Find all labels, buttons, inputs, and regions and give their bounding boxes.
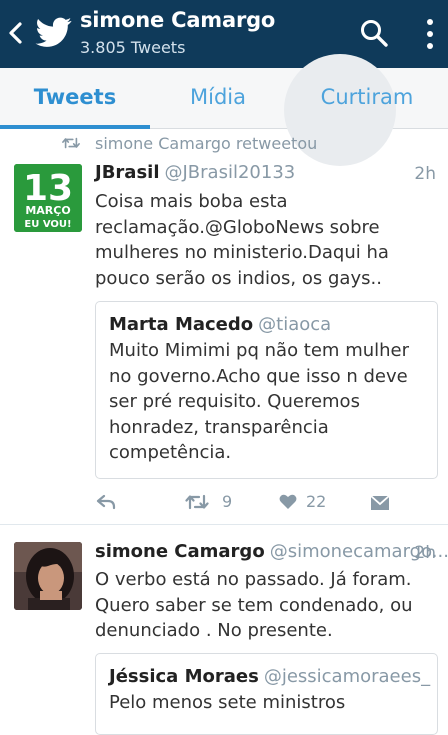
author-name: simone Camargo xyxy=(95,541,265,562)
avatar-13-marco-logo: 13 MARÇO EU VOU! xyxy=(14,164,82,232)
quoted-author-name: Marta Macedo xyxy=(109,314,254,335)
author-handle: @JBrasil20133 xyxy=(164,162,296,183)
more-options-icon[interactable] xyxy=(423,17,437,51)
quoted-author: Marta Macedo @tiaoca xyxy=(109,314,331,335)
tab-tweets[interactable]: Tweets xyxy=(0,68,150,128)
tab-likes[interactable]: Curtiram xyxy=(286,68,448,128)
retweet-note-text: simone Camargo retweetou xyxy=(95,134,318,153)
retweet-action-icon xyxy=(185,494,209,510)
tweet-timestamp: 2h xyxy=(414,164,436,184)
tweet-text: O verbo está no passado. Já foram. Quero… xyxy=(95,569,413,641)
profile-name-title: simone Camargo xyxy=(80,8,276,32)
quoted-tweet-text: Pelo menos sete ministros xyxy=(109,692,346,713)
quoted-tweet[interactable]: Marta Macedo @tiaoca Muito Mimimi pq não … xyxy=(95,301,438,479)
avatar-text-eu-vou: EU VOU! xyxy=(24,219,71,230)
tweet-text: Coisa mais boba esta reclamação.@GloboNe… xyxy=(95,191,389,289)
tweet-timestamp: 2h xyxy=(414,543,436,563)
tweet-author[interactable]: simone Camargo @simonecamargo... xyxy=(95,541,448,562)
retweet-icon xyxy=(62,137,80,149)
tweet-author[interactable]: JBrasil @JBrasil20133 xyxy=(95,162,295,183)
quoted-author: Jéssica Moraes @jessicamoraees_ xyxy=(109,666,430,687)
avatar[interactable]: 13 MARÇO EU VOU! xyxy=(14,164,82,232)
tweet-actions: 9 22 xyxy=(95,489,435,515)
twitter-bird-icon xyxy=(35,17,72,47)
tweet-divider xyxy=(0,524,448,525)
like-action[interactable]: 22 xyxy=(277,489,337,515)
avatar-photo xyxy=(14,542,82,610)
active-tab-indicator xyxy=(0,125,150,129)
app-bar: simone Camargo 3.805 Tweets xyxy=(0,0,448,68)
tab-media[interactable]: Mídia xyxy=(150,68,286,128)
retweet-count: 9 xyxy=(222,492,233,511)
quoted-author-handle: @jessicamoraees_ xyxy=(263,666,431,687)
search-icon[interactable] xyxy=(359,18,389,48)
direct-message-icon[interactable] xyxy=(369,489,391,515)
avatar-text-13: 13 xyxy=(23,168,73,209)
quoted-author-name: Jéssica Moraes xyxy=(109,666,259,687)
quoted-author-handle: @tiaoca xyxy=(258,314,332,335)
like-count: 22 xyxy=(306,492,327,511)
tweet-count: 3.805 Tweets xyxy=(80,38,186,57)
heart-icon xyxy=(279,494,297,509)
avatar-text-marco: MARÇO xyxy=(25,204,70,217)
author-name: JBrasil xyxy=(95,162,160,183)
retweet-action[interactable]: 9 xyxy=(185,489,245,515)
reply-icon[interactable] xyxy=(95,489,117,515)
avatar-simone[interactable] xyxy=(14,542,82,610)
quoted-tweet[interactable]: Jéssica Moraes @jessicamoraees_ Pelo meno… xyxy=(95,653,438,735)
profile-tabs: Tweets Mídia Curtiram xyxy=(0,54,448,166)
back-arrow-icon[interactable] xyxy=(6,20,26,46)
quoted-tweet-text: Muito Mimimi pq não tem mulher no govern… xyxy=(109,340,410,463)
